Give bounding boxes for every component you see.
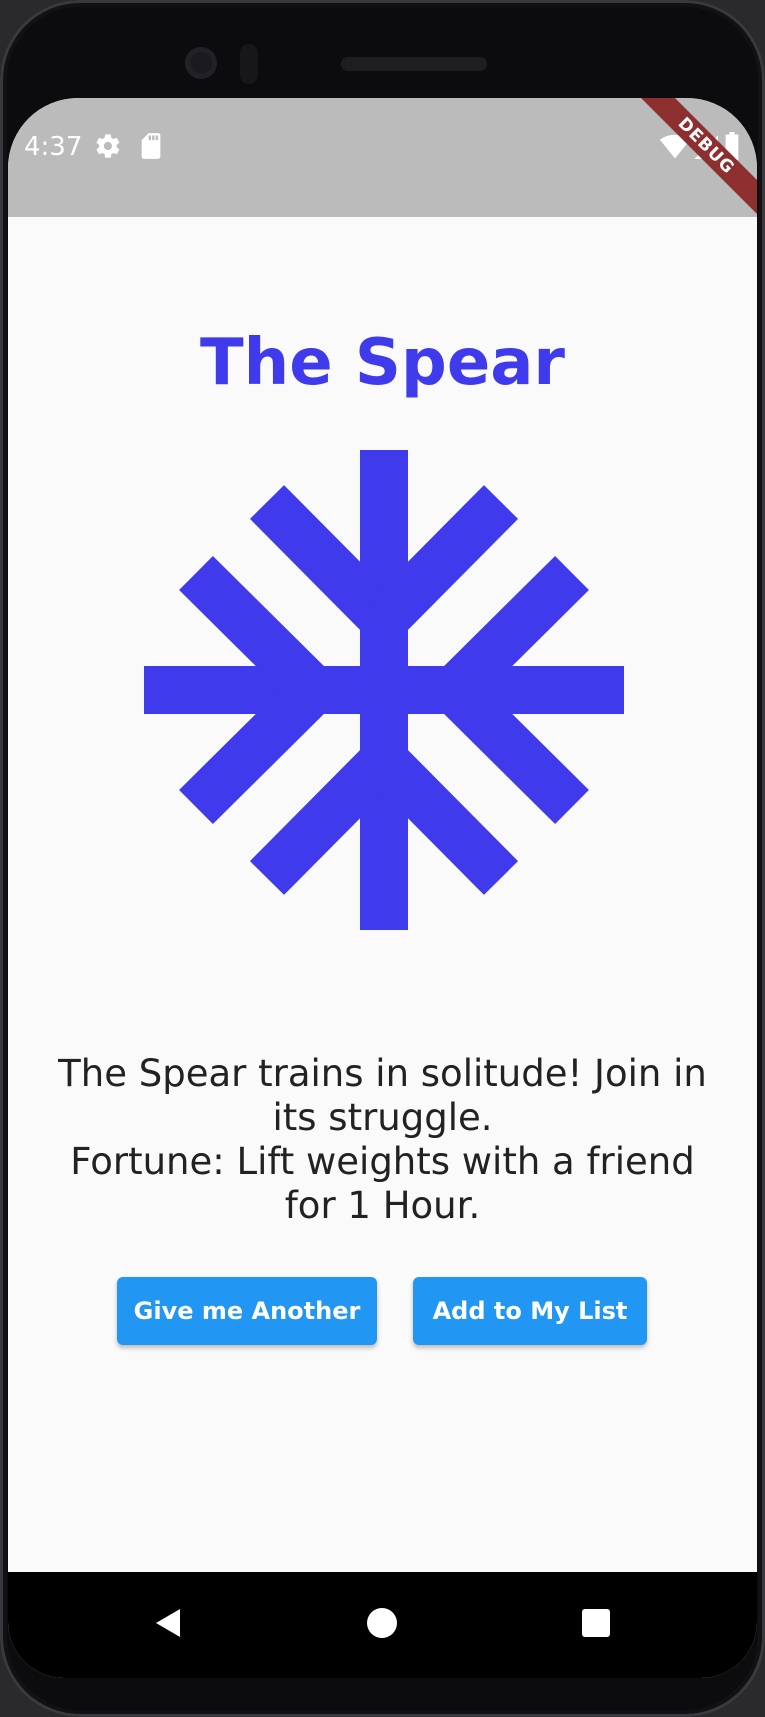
status-time: 4:37 — [24, 132, 83, 162]
home-icon[interactable] — [362, 1603, 402, 1648]
proximity-sensor — [240, 44, 258, 84]
add-to-list-button[interactable]: Add to My List — [413, 1277, 647, 1345]
sd-card-icon — [138, 132, 164, 165]
gear-icon — [94, 132, 122, 165]
recents-icon[interactable] — [576, 1603, 616, 1648]
page-title: The Spear — [200, 326, 565, 400]
navigation-bar — [8, 1572, 757, 1678]
app-screen: 4:37 DEBUG The Spear The Spear trains in… — [8, 98, 757, 1678]
status-bar: 4:37 DEBUG — [8, 98, 757, 217]
fortune-description: The Spear trains in solitude! Join in it… — [48, 1052, 717, 1228]
description-line: The Spear trains in solitude! Join in it… — [58, 1052, 707, 1139]
fortune-line: Fortune: Lift weights with a friend for … — [70, 1140, 695, 1227]
front-camera — [185, 47, 217, 79]
phone-frame: 4:37 DEBUG The Spear The Spear trains in… — [0, 0, 765, 1717]
back-icon[interactable] — [148, 1603, 188, 1648]
rune-horizontal-stroke — [144, 666, 624, 714]
give-another-button[interactable]: Give me Another — [117, 1277, 377, 1345]
earpiece-speaker — [341, 57, 487, 71]
spear-rune-icon — [144, 450, 624, 930]
